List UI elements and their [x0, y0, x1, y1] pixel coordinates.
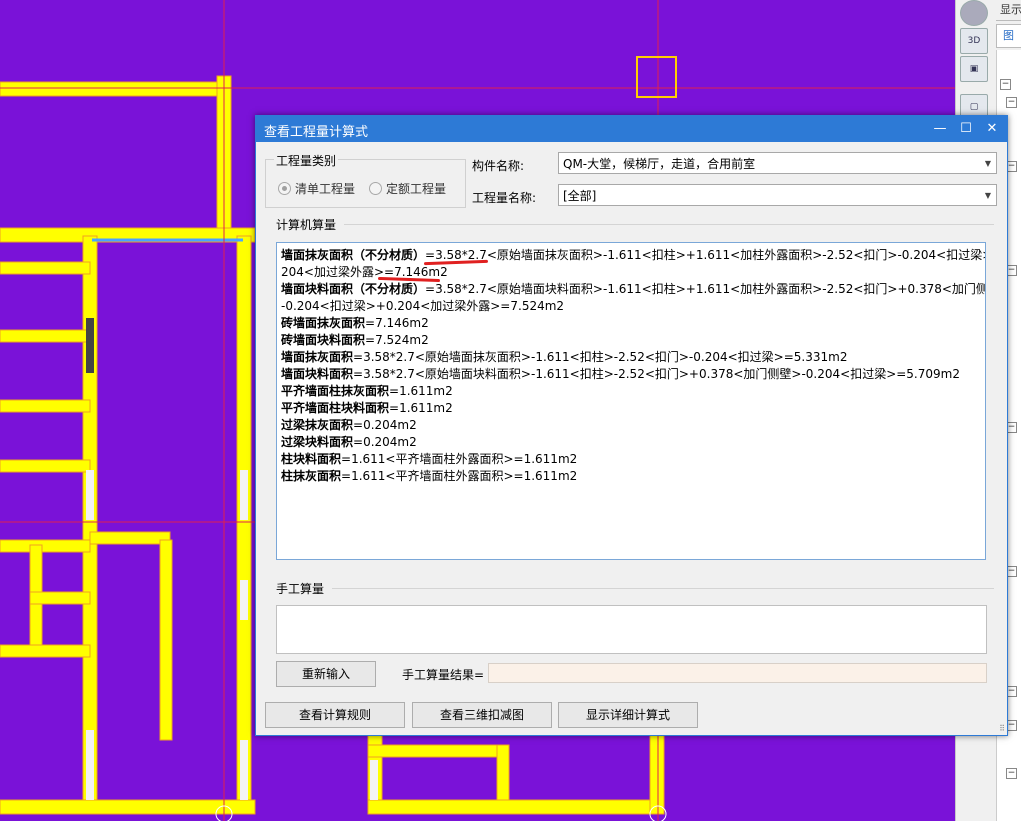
tree-toggle-icon[interactable]: −	[1006, 97, 1017, 108]
formula-line: 墙面抹灰面积=3.58*2.7<原始墙面抹灰面积>-1.611<扣柱>-2.52…	[281, 349, 981, 366]
formula-line: 墙面块料面积（不分材质）=3.58*2.7<原始墙面块料面积>-1.611<扣柱…	[281, 281, 985, 298]
formula-expr: =1.611m2	[389, 401, 453, 415]
reinput-button[interactable]: 重新输入	[276, 661, 376, 687]
formula-name: 柱抹灰面积	[281, 469, 342, 483]
view-rules-button[interactable]: 查看计算规则	[265, 702, 405, 728]
view-3d-label: 3D	[967, 36, 981, 46]
panel-header[interactable]: 显示	[996, 0, 1021, 21]
formula-name: 砖墙面抹灰面积	[281, 316, 366, 330]
dialog-title: 查看工程量计算式	[264, 125, 369, 140]
panel-tab[interactable]: 图	[996, 24, 1021, 48]
formula-expr: =7.524m2	[365, 333, 429, 347]
formula-name: 过梁抹灰面积	[281, 418, 354, 432]
formula-expr: =0.204m2	[353, 418, 417, 432]
section-divider	[344, 224, 994, 225]
formula-line: 柱抹灰面积=1.611<平齐墙面柱外露面积>=1.611m2	[281, 468, 981, 485]
view-3d-deduction-button[interactable]: 查看三维扣减图	[412, 702, 552, 728]
cube-view-icon[interactable]: ▣	[960, 56, 988, 82]
formula-expr: =0.204m2	[353, 435, 417, 449]
sphere-view-icon[interactable]	[960, 0, 988, 26]
formula-line: 平齐墙面柱抹灰面积=1.611m2	[281, 383, 981, 400]
formula-name: 墙面抹灰面积（不分材质）	[281, 248, 426, 262]
formula-expr: =1.611<平齐墙面柱外露面积>=1.611m2	[341, 469, 578, 483]
formula-expr: =3.58*2.7<原始墙面块料面积>-1.611<扣柱>+1.611<加柱外露…	[425, 282, 986, 296]
component-label: 构件名称:	[472, 159, 525, 173]
radio-quota-label: 定额工程量	[386, 182, 447, 196]
formula-expr: =3.58*2.7<原始墙面抹灰面积>-1.611<扣柱>-2.52<扣门>-0…	[353, 350, 848, 364]
formula-expr: =7.146m2	[365, 316, 429, 330]
formula-line: 平齐墙面柱块料面积=1.611m2	[281, 400, 981, 417]
formula-name: 砖墙面块料面积	[281, 333, 366, 347]
chevron-down-icon: ▼	[984, 191, 991, 200]
formula-line: 砖墙面块料面积=7.524m2	[281, 332, 981, 349]
formula-expr: =1.611<平齐墙面柱外露面积>=1.611m2	[341, 452, 578, 466]
radio-quota-quantity[interactable]	[369, 182, 382, 195]
radio-bill-quantity[interactable]	[278, 182, 291, 195]
section-divider	[332, 588, 994, 589]
formula-name: 平齐墙面柱抹灰面积	[281, 384, 390, 398]
quantity-name-select[interactable]: [全部] ▼	[558, 184, 997, 206]
formula-expr: -0.204<扣过梁>+0.204<加过梁外露>=7.524m2	[281, 299, 565, 313]
tree-toggle-icon[interactable]: −	[1000, 79, 1011, 90]
radio-bill-label: 清单工程量	[295, 182, 356, 196]
view-3d-icon[interactable]: 3D	[960, 28, 988, 54]
dark-wall-segment	[86, 318, 94, 373]
formula-line: 过梁抹灰面积=0.204m2	[281, 417, 981, 434]
chevron-down-icon: ▼	[984, 159, 991, 168]
quantity-name-value: [全部]	[563, 189, 597, 203]
category-group-label: 工程量类别	[274, 152, 339, 169]
calculation-formula-text[interactable]: 墙面抹灰面积（不分材质）=3.58*2.7<原始墙面抹灰面积>-1.611<扣柱…	[276, 242, 986, 560]
formula-name: 墙面块料面积	[281, 367, 354, 381]
maximize-icon[interactable]: ☐	[955, 119, 977, 139]
formula-line: 柱块料面积=1.611<平齐墙面柱外露面积>=1.611m2	[281, 451, 981, 468]
component-select[interactable]: QM-大堂，候梯厅，走道，合用前室 ▼	[558, 152, 997, 174]
formula-name: 柱块料面积	[281, 452, 342, 466]
computer-section-label: 计算机算量	[276, 218, 337, 232]
manual-result-label: 手工算量结果=	[402, 668, 485, 682]
quantity-name-label: 工程量名称:	[472, 191, 537, 205]
formula-expr: =3.58*2.7<原始墙面块料面积>-1.611<扣柱>-2.52<扣门>+0…	[353, 367, 960, 381]
formula-line: 过梁块料面积=0.204m2	[281, 434, 981, 451]
manual-result-field[interactable]	[488, 663, 987, 683]
formula-line: 砖墙面抹灰面积=7.146m2	[281, 315, 981, 332]
quantity-formula-dialog: 查看工程量计算式 — ☐ ✕ 工程量类别 清单工程量 定额工程量 构件名称: Q…	[255, 115, 1008, 736]
formula-line: -0.204<扣过梁>+0.204<加过梁外露>=7.524m2	[281, 298, 981, 315]
dialog-titlebar[interactable]: 查看工程量计算式 — ☐ ✕	[256, 116, 1007, 142]
formula-line: 墙面块料面积=3.58*2.7<原始墙面块料面积>-1.611<扣柱>-2.52…	[281, 366, 981, 383]
component-value: QM-大堂，候梯厅，走道，合用前室	[563, 157, 756, 171]
formula-line: 墙面抹灰面积（不分材质）=3.58*2.7<原始墙面抹灰面积>-1.611<扣柱…	[281, 247, 985, 264]
formula-name: 墙面抹灰面积	[281, 350, 354, 364]
minimize-icon[interactable]: —	[929, 119, 951, 139]
close-icon[interactable]: ✕	[981, 119, 1003, 139]
formula-name: 平齐墙面柱块料面积	[281, 401, 390, 415]
formula-expr: =1.611m2	[389, 384, 453, 398]
formula-name: 过梁块料面积	[281, 435, 354, 449]
formula-expr: =3.58*2.7<原始墙面抹灰面积>-1.611<扣柱>+1.611<加柱外露…	[425, 248, 986, 262]
resize-grip-icon[interactable]: ⠿	[999, 724, 1005, 733]
manual-section-label: 手工算量	[276, 582, 325, 596]
tree-toggle-icon[interactable]: −	[1006, 768, 1017, 779]
formula-name: 墙面块料面积（不分材质）	[281, 282, 426, 296]
formula-expr: 204<加过梁外露>=7.146m2	[281, 265, 448, 279]
manual-input-area[interactable]	[276, 605, 987, 654]
show-detail-formula-button[interactable]: 显示详细计算式	[558, 702, 698, 728]
